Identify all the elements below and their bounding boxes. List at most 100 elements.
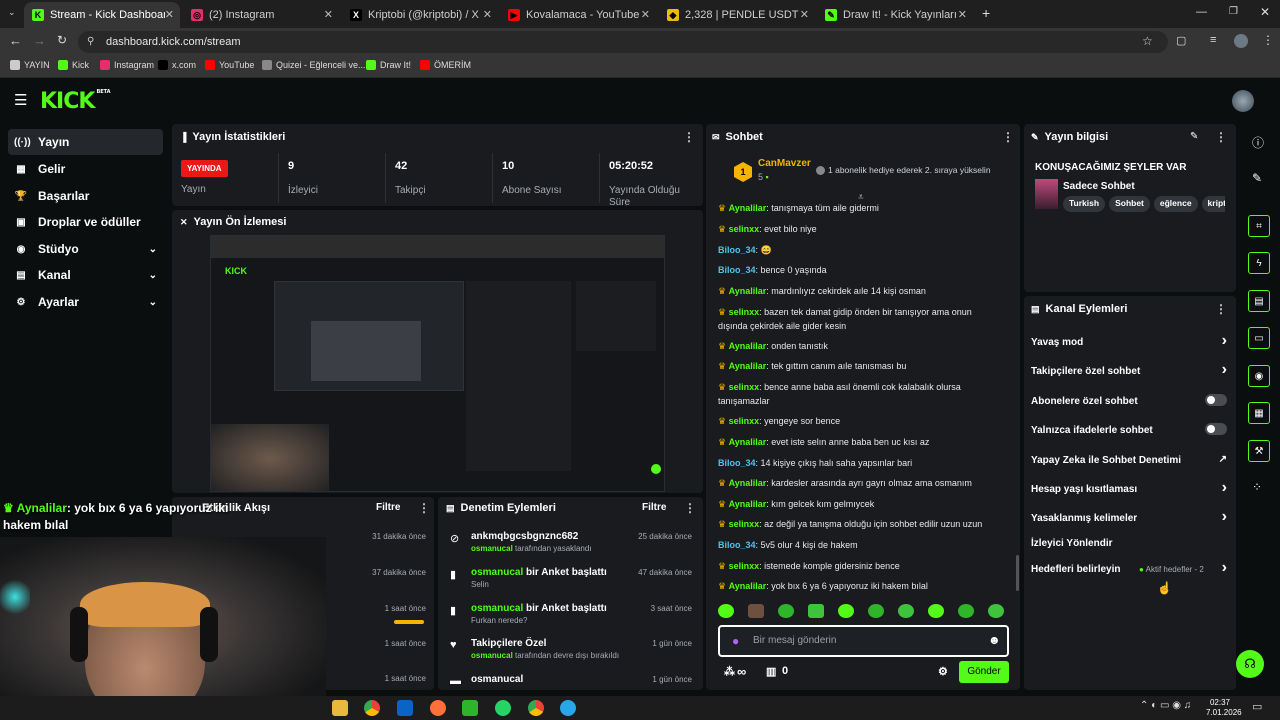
tab-close-icon[interactable]: ✕: [800, 8, 809, 21]
tab-search-icon[interactable]: ⌄: [8, 7, 16, 18]
channel-action-item[interactable]: Yapay Zeka ile Sohbet Denetimi ↗: [1031, 454, 1231, 469]
info-icon[interactable]: ⓘ: [1252, 134, 1264, 151]
browser-tab[interactable]: ◆ 2,328 | PENDLE USDT | Pendle✕: [659, 2, 815, 28]
sidebar-item-trophy[interactable]: 🏆 Başarılar: [8, 183, 163, 209]
chevron-right-icon[interactable]: ›: [1222, 332, 1227, 350]
chat-username[interactable]: Aynalilar: [729, 581, 767, 591]
gift-box-icon[interactable]: ▥: [766, 665, 776, 678]
channel-actions-menu-icon[interactable]: ⋮: [1215, 302, 1227, 316]
rail-crop-button[interactable]: ⌗: [1248, 215, 1270, 237]
tab-close-icon[interactable]: ✕: [165, 8, 174, 21]
chat-username[interactable]: selinxx: [729, 416, 760, 426]
bookmark-item[interactable]: Draw It!: [366, 60, 411, 70]
tab-close-icon[interactable]: ✕: [324, 8, 333, 21]
emote-icon[interactable]: [898, 604, 914, 618]
moderation-item[interactable]: ▮ osmanucal bir Anket başlattı Selin 47 dak…: [450, 567, 695, 599]
sidebar-item-drops[interactable]: ▣ Droplar ve ödüller: [8, 209, 163, 235]
taskbar-clock[interactable]: 02:37 7.01.2026: [1206, 698, 1242, 718]
extensions-icon[interactable]: ▢: [1176, 34, 1186, 47]
moderation-item[interactable]: ⊘ ankmqbgcsbgnznc682 osmanucal tarafından …: [450, 531, 695, 563]
sidebar-item-revenue[interactable]: ▦ Gelir: [8, 156, 163, 182]
tag-chip[interactable]: Turkish: [1063, 196, 1106, 212]
hamburger-menu-icon[interactable]: ☰: [14, 91, 27, 109]
activity-menu-icon[interactable]: ⋮: [418, 501, 430, 515]
edit-icon[interactable]: ✎: [1252, 171, 1262, 185]
chat-username[interactable]: Aynalilar: [729, 478, 767, 488]
channel-action-item[interactable]: Yavaş mod ›: [1031, 332, 1231, 351]
emoji-icon[interactable]: ☻: [988, 633, 1001, 647]
chevron-right-icon[interactable]: ›: [1222, 479, 1227, 497]
channel-action-item[interactable]: Hedefleri belirleyin › ● Aktif hedefler - …: [1031, 559, 1231, 578]
bookmark-item[interactable]: x.com: [158, 60, 196, 70]
emote-icon[interactable]: [808, 604, 824, 618]
reload-icon[interactable]: ↻: [57, 33, 67, 47]
emote-icon[interactable]: [988, 604, 1004, 618]
notification-icon[interactable]: ▭: [1252, 700, 1262, 713]
toggle-switch[interactable]: [1205, 394, 1227, 406]
chat-username[interactable]: Aynalilar: [729, 437, 767, 447]
bookmark-item[interactable]: YAYIN: [10, 60, 50, 70]
emote-icon[interactable]: [718, 604, 734, 618]
chevron-right-icon[interactable]: ›: [1222, 361, 1227, 379]
rail-clipboard-button[interactable]: ▤: [1248, 290, 1270, 312]
channel-action-item[interactable]: Hesap yaşı kısıtlaması ›: [1031, 479, 1231, 498]
bookmark-star-icon[interactable]: ☆: [1142, 34, 1153, 48]
send-button[interactable]: Gönder: [959, 661, 1009, 683]
channel-action-item[interactable]: Yalnızca ifadelerle sohbet: [1031, 423, 1231, 439]
tab-close-icon[interactable]: ✕: [958, 8, 967, 21]
chrome-icon[interactable]: [364, 700, 380, 716]
rail-flash-button[interactable]: ϟ: [1248, 252, 1270, 274]
rail-tools-button[interactable]: ⚒: [1248, 440, 1270, 462]
stream-info-menu-icon[interactable]: ⋮: [1215, 130, 1227, 144]
chevron-down-icon[interactable]: ⌄: [149, 297, 157, 308]
site-info-icon[interactable]: ⚲: [87, 31, 94, 53]
tab-close-icon[interactable]: ✕: [483, 8, 492, 21]
moderation-item[interactable]: ♥ Takipçilere Özel osmanucal tarafından de…: [450, 638, 695, 670]
chat-scrollbar[interactable]: [1016, 555, 1019, 591]
chat-username[interactable]: selinxx: [729, 382, 760, 392]
kick-studio-icon[interactable]: [462, 700, 478, 716]
sidebar-item-broadcast[interactable]: ((·)) Yayın: [8, 129, 163, 155]
bookmark-item[interactable]: YouTube: [205, 60, 254, 70]
tag-chip[interactable]: kripto: [1201, 196, 1225, 212]
rail-grid-icon[interactable]: ⁘: [1252, 480, 1262, 494]
moderation-filter-button[interactable]: Filtre: [642, 502, 666, 513]
chat-username[interactable]: Biloo_34: [718, 245, 756, 255]
rail-chat-button[interactable]: ▭: [1248, 327, 1270, 349]
channel-action-item[interactable]: İzleyici Yönlendir: [1031, 538, 1231, 552]
points-icon[interactable]: ⁂: [724, 665, 735, 678]
activity-filter-button[interactable]: Filtre: [376, 502, 400, 513]
moderation-menu-icon[interactable]: ⋮: [684, 501, 696, 515]
browser-tab[interactable]: K Stream - Kick Dashboard ✕: [24, 2, 180, 28]
edit-pencil-icon[interactable]: ✎: [1190, 131, 1198, 142]
chat-username[interactable]: Aynalilar: [729, 286, 767, 296]
chevron-down-icon[interactable]: ⌄: [149, 244, 157, 255]
external-link-icon[interactable]: ↗: [1219, 454, 1227, 465]
pinned-username[interactable]: CanMavzer: [758, 158, 811, 169]
browser-tab[interactable]: X Kriptobi (@kriptobi) / X ✕: [342, 2, 498, 28]
restore-icon[interactable]: ❐: [1229, 6, 1238, 17]
tray-icons[interactable]: ⌃ ◐ ▭ ◉ ♫: [1140, 700, 1191, 711]
stats-menu-icon[interactable]: ⋮: [683, 130, 695, 144]
moderator-name[interactable]: osmanucal: [471, 651, 513, 660]
tag-chip[interactable]: Sohbet: [1109, 196, 1150, 212]
emote-icon[interactable]: [778, 604, 794, 618]
chat-username[interactable]: Biloo_34: [718, 265, 756, 275]
stream-preview-video[interactable]: KICK: [210, 235, 665, 492]
emote-icon[interactable]: [868, 604, 884, 618]
channel-action-item[interactable]: Yasaklanmış kelimeler ›: [1031, 508, 1231, 527]
category-name[interactable]: Sadece Sohbet: [1063, 181, 1135, 192]
channel-action-item[interactable]: Abonelere özel sohbet: [1031, 394, 1231, 410]
chevron-right-icon[interactable]: ›: [1222, 559, 1227, 577]
moderator-name[interactable]: osmanucal: [471, 567, 523, 578]
kick-logo[interactable]: KICK BETA: [40, 89, 111, 114]
profile-avatar[interactable]: [1234, 34, 1248, 48]
chat-username[interactable]: selinxx: [729, 307, 760, 317]
chat-username[interactable]: Aynalilar: [729, 203, 767, 213]
telegram-icon[interactable]: [560, 700, 576, 716]
emote-icon[interactable]: [748, 604, 764, 618]
bookmark-item[interactable]: Instagram: [100, 60, 154, 70]
outlook-icon[interactable]: [397, 700, 413, 716]
chat-username[interactable]: Aynalilar: [729, 499, 767, 509]
firefox-icon[interactable]: [430, 700, 446, 716]
